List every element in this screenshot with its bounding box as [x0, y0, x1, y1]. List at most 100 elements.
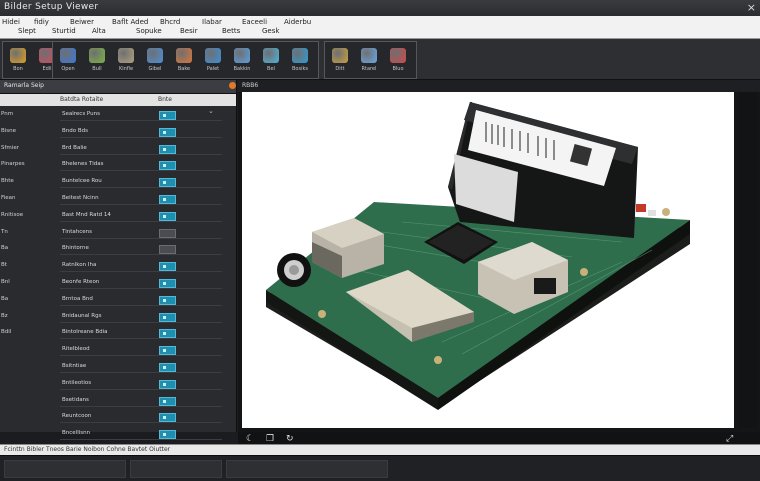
property-row[interactable]: Bsetidans [0, 394, 236, 407]
toolbar-button[interactable]: Bull [86, 46, 108, 76]
properties-panel-title: Ramarla Seip [4, 82, 44, 89]
menu-item[interactable]: Slept [18, 27, 36, 35]
menu-item[interactable]: Aiderbu [284, 18, 311, 26]
menu-item[interactable]: Baflt Aded [112, 18, 148, 26]
vertical-scrollbar[interactable] [738, 92, 758, 428]
moon-icon[interactable]: ☾ [246, 434, 254, 444]
taskbar-item[interactable] [130, 460, 222, 478]
toolbar-button[interactable]: Ditt [329, 46, 351, 76]
taskbar-item[interactable] [4, 460, 126, 478]
menu-item[interactable]: Besir [180, 27, 198, 35]
property-toggle[interactable] [159, 329, 176, 339]
property-toggle[interactable] [159, 195, 176, 204]
property-toggle[interactable] [159, 312, 176, 322]
expand-icon[interactable]: ⤢ [726, 434, 733, 444]
property-toggle[interactable] [159, 111, 176, 120]
property-name: Bnl [1, 279, 10, 285]
close-icon[interactable]: × [747, 1, 756, 14]
property-row[interactable]: Bntileotios [0, 377, 236, 390]
property-row[interactable]: Bdil Bintolreane Bdia [0, 326, 236, 340]
frame-icon [118, 48, 134, 63]
property-row[interactable]: Bhte Buntelcee Rou [0, 175, 236, 189]
property-toggle[interactable] [159, 211, 176, 221]
property-value: Sealrecs Puns [62, 111, 100, 117]
property-toggle[interactable] [159, 379, 176, 389]
property-row[interactable]: Pnm Sealrecs Puns [0, 108, 236, 121]
toolbar-button-label: Bake [177, 66, 191, 72]
property-value: Beitest Ncinn [62, 195, 99, 201]
menu-item[interactable]: fidiy [34, 18, 49, 26]
menu-item[interactable]: Sopuke [136, 27, 162, 35]
property-toggle[interactable] [159, 262, 176, 272]
menu-item[interactable]: Sturtid [52, 27, 76, 35]
toolbar-button[interactable]: Gibel [144, 46, 166, 76]
toolbar-button[interactable]: Open [57, 46, 79, 76]
menu-item[interactable]: Alta [92, 27, 106, 35]
property-row[interactable]: Tn Tintahcens [0, 226, 236, 239]
toolbar-button[interactable]: Rtarel [358, 46, 380, 76]
property-toggle[interactable] [159, 144, 176, 154]
toolbar-button-label: Bluo [392, 66, 404, 72]
toolbar-button-label: Bakkin [233, 66, 251, 72]
property-name: Sfmier [1, 144, 19, 151]
menu-item[interactable]: Beiwer [70, 18, 94, 26]
property-toggle[interactable] [159, 396, 176, 406]
property-row[interactable]: Bncellisnn [0, 427, 236, 441]
property-row[interactable]: Bz Bnidaunal Rgs [0, 310, 236, 323]
image-canvas[interactable] [242, 92, 734, 428]
globe-icon [292, 48, 308, 63]
refresh-icon[interactable]: ↻ [286, 434, 294, 444]
screen-icon [390, 48, 406, 63]
property-row[interactable]: Bsitntiae [0, 360, 236, 373]
property-name: Rnitisoe [1, 211, 24, 218]
menu-item[interactable]: Gesk [262, 27, 279, 35]
toolbar-button[interactable]: Bosiks [289, 46, 311, 76]
property-toggle-off[interactable] [159, 228, 176, 238]
row-divider [60, 136, 222, 138]
property-toggle[interactable] [159, 279, 176, 288]
column-property[interactable]: Batdta Rotaite [60, 96, 103, 103]
menu-item[interactable]: Bhcrd [160, 18, 180, 26]
copy-icon[interactable]: ❐ [266, 434, 274, 444]
property-row[interactable]: Ba Brntoa Bnd [0, 293, 236, 306]
property-name: Bhte [1, 178, 14, 185]
property-row[interactable]: Pinarpes Bhelenes Tidas [0, 158, 236, 172]
toolbar-button[interactable]: Bake [173, 46, 195, 76]
property-row[interactable]: Reuntcoon [0, 410, 236, 424]
menu-item[interactable]: Ilabar [202, 18, 222, 26]
taskbar-item[interactable] [226, 460, 388, 478]
menu-item[interactable]: Eaceeli [242, 18, 267, 26]
menu-item[interactable]: Hidei [2, 18, 20, 26]
property-row[interactable]: Bt Ratnlkon Iha [0, 259, 236, 273]
property-toggle[interactable] [159, 430, 176, 440]
property-row[interactable]: Sfmier Brd Balie [0, 142, 236, 155]
property-toggle[interactable] [159, 178, 176, 188]
property-row[interactable]: Ba Bhintorne [0, 242, 236, 256]
property-value: Bndo Bds [62, 127, 88, 134]
property-row[interactable]: Ritelbleod [0, 343, 236, 357]
property-toggle[interactable] [159, 295, 176, 305]
toolbar-button[interactable]: Bon [7, 46, 29, 76]
property-toggle[interactable] [159, 161, 176, 171]
gear-icon [234, 48, 250, 63]
toolbar-button[interactable]: Palet [202, 46, 224, 76]
property-row[interactable]: Bisne Bndo Bds [0, 125, 236, 138]
menu-item[interactable]: Betts [222, 27, 240, 35]
toggle-indicator-icon [163, 198, 166, 201]
property-toggle[interactable] [159, 346, 176, 356]
property-row[interactable]: Fiean Beitest Ncinn [0, 192, 236, 205]
property-row[interactable]: Bnl Beonfe Rteon [0, 276, 236, 289]
property-toggle-off[interactable] [159, 245, 176, 255]
toolbar-button[interactable]: Kinfle [115, 46, 137, 76]
property-toggle[interactable] [159, 413, 176, 423]
toolbar-button[interactable]: Bakkin [231, 46, 253, 76]
column-value[interactable]: Bnte [158, 96, 172, 103]
toolbar-button[interactable]: Bel [260, 46, 282, 76]
property-row[interactable]: Rnitisoe Bast Mnd Ratd 14 [0, 209, 236, 222]
toggle-indicator-icon [163, 114, 166, 117]
property-toggle[interactable] [159, 363, 176, 372]
toolbar-button[interactable]: Bluo [387, 46, 409, 76]
toggle-indicator-icon [163, 181, 166, 185]
property-toggle[interactable] [159, 127, 176, 137]
toggle-indicator-icon [163, 433, 166, 437]
